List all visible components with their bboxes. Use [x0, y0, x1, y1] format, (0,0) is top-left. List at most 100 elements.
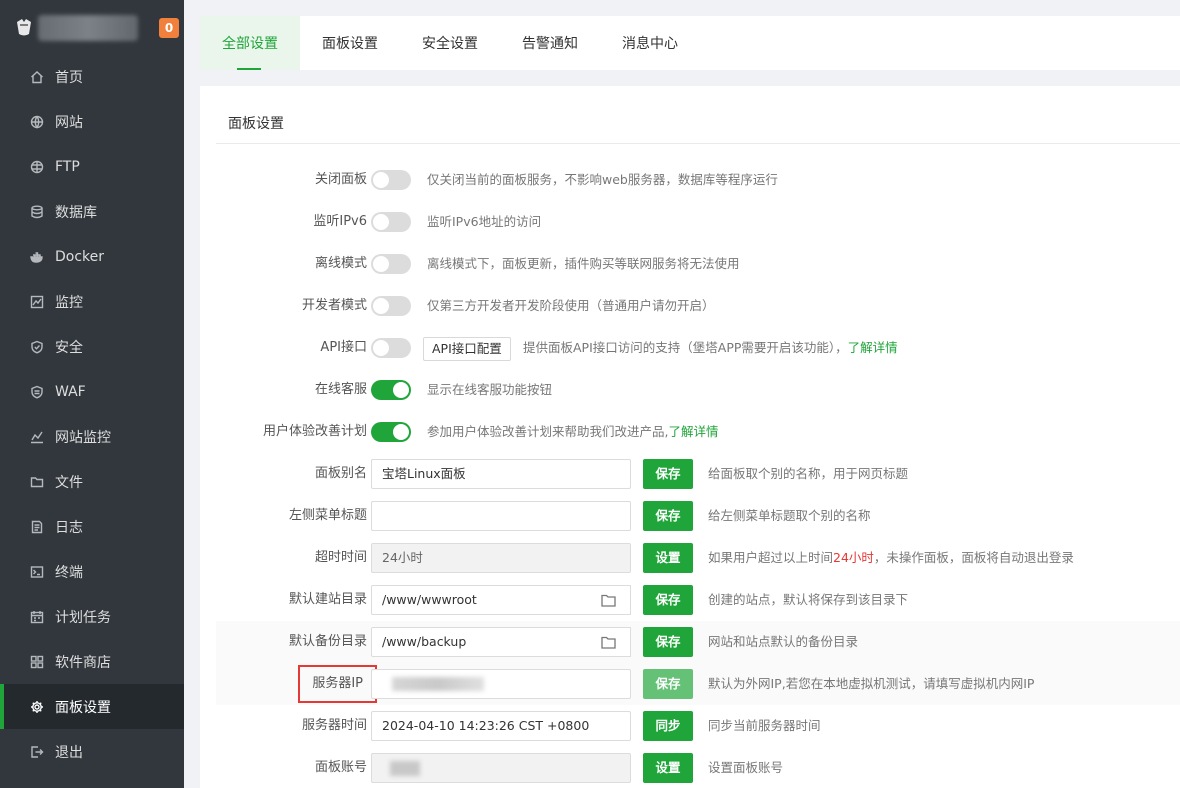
- setting-label: 服务器IP: [298, 665, 377, 703]
- api-toggle[interactable]: [371, 338, 411, 358]
- sidebar-item-cron[interactable]: 计划任务: [0, 594, 184, 639]
- sidebar-item-label: Docker: [55, 248, 105, 265]
- setting-description: 设置面板账号: [708, 760, 784, 775]
- settings-tabs: 全部设置 面板设置 安全设置 告警通知 消息中心: [200, 16, 1180, 70]
- sidebar-item-logout[interactable]: 退出: [0, 729, 184, 774]
- home-icon: [30, 70, 44, 84]
- settings-panel: 面板设置 关闭面板 仅关闭当前的面板服务，不影响web服务器，数据库等程序运行 …: [200, 86, 1180, 788]
- online-service-toggle[interactable]: [371, 380, 411, 400]
- setting-label: 默认备份目录: [288, 634, 367, 649]
- sidebar-item-docker[interactable]: Docker: [0, 234, 184, 279]
- ux-learn-more-link[interactable]: 了解详情: [668, 424, 718, 439]
- setting-label: 面板别名: [314, 466, 367, 481]
- sidebar-item-label: 首页: [55, 69, 83, 86]
- site-dir-input[interactable]: /www/wwwroot: [371, 585, 587, 615]
- sidebar-item-label: 网站: [55, 114, 83, 131]
- menu-title-input[interactable]: [371, 501, 631, 531]
- setting-description: 参加用户体验改善计划来帮助我们改进产品,了解详情: [427, 411, 719, 453]
- sidebar-item-label: WAF: [55, 383, 86, 400]
- ipv6-toggle[interactable]: [371, 212, 411, 232]
- server-time-sync-button[interactable]: 同步: [643, 711, 693, 741]
- docker-icon: [30, 250, 44, 264]
- timeout-set-button[interactable]: 设置: [643, 543, 693, 573]
- tab-panel-settings[interactable]: 面板设置: [300, 16, 400, 70]
- backup-dir-save-button[interactable]: 保存: [643, 627, 693, 657]
- folder-icon: [600, 636, 616, 649]
- panel-alias-input[interactable]: 宝塔Linux面板: [371, 459, 631, 489]
- tab-message-center[interactable]: 消息中心: [600, 16, 700, 70]
- ux-plan-toggle[interactable]: [371, 422, 411, 442]
- sidebar-item-home[interactable]: 首页: [0, 54, 184, 99]
- site-dir-browse-button[interactable]: [586, 585, 631, 615]
- setting-row-server-time: 服务器时间 2024-04-10 14:23:26 CST +0800 同步 同…: [216, 705, 1180, 747]
- setting-row-ux-plan: 用户体验改善计划 参加用户体验改善计划来帮助我们改进产品,了解详情: [216, 411, 1180, 453]
- tab-alert-notification[interactable]: 告警通知: [500, 16, 600, 70]
- setting-label: 默认建站目录: [288, 592, 367, 607]
- sidebar-header: 0: [0, 0, 184, 54]
- setting-description: 提供面板API接口访问的支持（堡塔APP需要开启该功能），了解详情: [523, 327, 898, 369]
- sidebar-item-website[interactable]: 网站: [0, 99, 184, 144]
- setting-row-backup-dir: 默认备份目录 /www/backup 保存 网站和站点默认的备份目录: [216, 621, 1180, 663]
- setting-row-menu-title: 左侧菜单标题 保存 给左侧菜单标题取个别的名称: [216, 495, 1180, 537]
- developer-mode-toggle[interactable]: [371, 296, 411, 316]
- server-ip-input[interactable]: [371, 669, 631, 699]
- sidebar-item-database[interactable]: 数据库: [0, 189, 184, 234]
- sidebar-item-panel-settings[interactable]: 面板设置: [0, 684, 184, 729]
- backup-dir-input[interactable]: /www/backup: [371, 627, 587, 657]
- setting-row-timeout: 超时时间 24小时 设置 如果用户超过以上时间24小时，未操作面板，面板将自动退…: [216, 537, 1180, 579]
- monitor-chart-icon: [30, 295, 44, 309]
- timeout-desc-pre: 如果用户超过以上时间: [708, 550, 834, 565]
- sidebar-item-app-store[interactable]: 软件商店: [0, 639, 184, 684]
- database-icon: [30, 205, 44, 219]
- server-time-input[interactable]: 2024-04-10 14:23:26 CST +0800: [371, 711, 631, 741]
- server-ip-save-button[interactable]: 保存: [643, 669, 693, 699]
- sidebar-item-site-monitor[interactable]: 网站监控: [0, 414, 184, 459]
- api-config-button[interactable]: API接口配置: [423, 337, 511, 361]
- notification-badge[interactable]: 0: [159, 18, 179, 38]
- site-dir-save-button[interactable]: 保存: [643, 585, 693, 615]
- sidebar-item-label: 软件商店: [55, 654, 111, 671]
- setting-description: 监听IPv6地址的访问: [427, 214, 542, 229]
- panel-alias-save-button[interactable]: 保存: [643, 459, 693, 489]
- setting-label: 左侧菜单标题: [288, 508, 367, 523]
- close-panel-toggle[interactable]: [371, 170, 411, 190]
- folder-icon: [30, 475, 44, 489]
- tab-all-settings[interactable]: 全部设置: [200, 16, 300, 70]
- sidebar-item-files[interactable]: 文件: [0, 459, 184, 504]
- divider: [216, 143, 1180, 144]
- folder-icon: [600, 594, 616, 607]
- sidebar-item-waf[interactable]: WAF: [0, 369, 184, 414]
- setting-description: 仅关闭当前的面板服务，不影响web服务器，数据库等程序运行: [427, 172, 778, 187]
- setting-label: API接口: [320, 340, 367, 355]
- setting-row-online-service: 在线客服 显示在线客服功能按钮: [216, 369, 1180, 411]
- ux-desc-text: 参加用户体验改善计划来帮助我们改进产品,: [427, 424, 669, 439]
- sidebar-item-security[interactable]: 安全: [0, 324, 184, 369]
- setting-description: 默认为外网IP,若您在本地虚拟机测试，请填写虚拟机内网IP: [708, 676, 1035, 691]
- panel-account-set-button[interactable]: 设置: [643, 753, 693, 783]
- ftp-globe-icon: [30, 160, 44, 174]
- sidebar-item-monitor[interactable]: 监控: [0, 279, 184, 324]
- setting-description: 给面板取个别的名称，用于网页标题: [708, 466, 909, 481]
- logo-icon: [17, 19, 31, 36]
- setting-description: 显示在线客服功能按钮: [427, 382, 553, 397]
- setting-row-api: API接口 API接口配置 提供面板API接口访问的支持（堡塔APP需要开启该功…: [216, 327, 1180, 369]
- sidebar-item-label: FTP: [55, 158, 80, 175]
- logout-icon: [30, 745, 44, 759]
- timeout-input[interactable]: 24小时: [371, 543, 631, 573]
- menu-title-save-button[interactable]: 保存: [643, 501, 693, 531]
- setting-label: 服务器时间: [301, 718, 367, 733]
- setting-row-server-ip: 服务器IP 保存 默认为外网IP,若您在本地虚拟机测试，请填写虚拟机内网IP: [216, 663, 1180, 705]
- sidebar-item-terminal[interactable]: 终端: [0, 549, 184, 594]
- server-ip-redacted: [392, 677, 484, 691]
- terminal-icon: [30, 565, 44, 579]
- tab-security-settings[interactable]: 安全设置: [400, 16, 500, 70]
- sidebar-item-ftp[interactable]: FTP: [0, 144, 184, 189]
- panel-account-input[interactable]: [371, 753, 631, 783]
- sidebar-item-logs[interactable]: 日志: [0, 504, 184, 549]
- sidebar-item-label: 文件: [55, 474, 83, 491]
- setting-row-close-panel: 关闭面板 仅关闭当前的面板服务，不影响web服务器，数据库等程序运行: [216, 159, 1180, 201]
- sidebar-item-label: 日志: [55, 519, 83, 536]
- api-learn-more-link[interactable]: 了解详情: [848, 340, 898, 355]
- backup-dir-browse-button[interactable]: [586, 627, 631, 657]
- offline-mode-toggle[interactable]: [371, 254, 411, 274]
